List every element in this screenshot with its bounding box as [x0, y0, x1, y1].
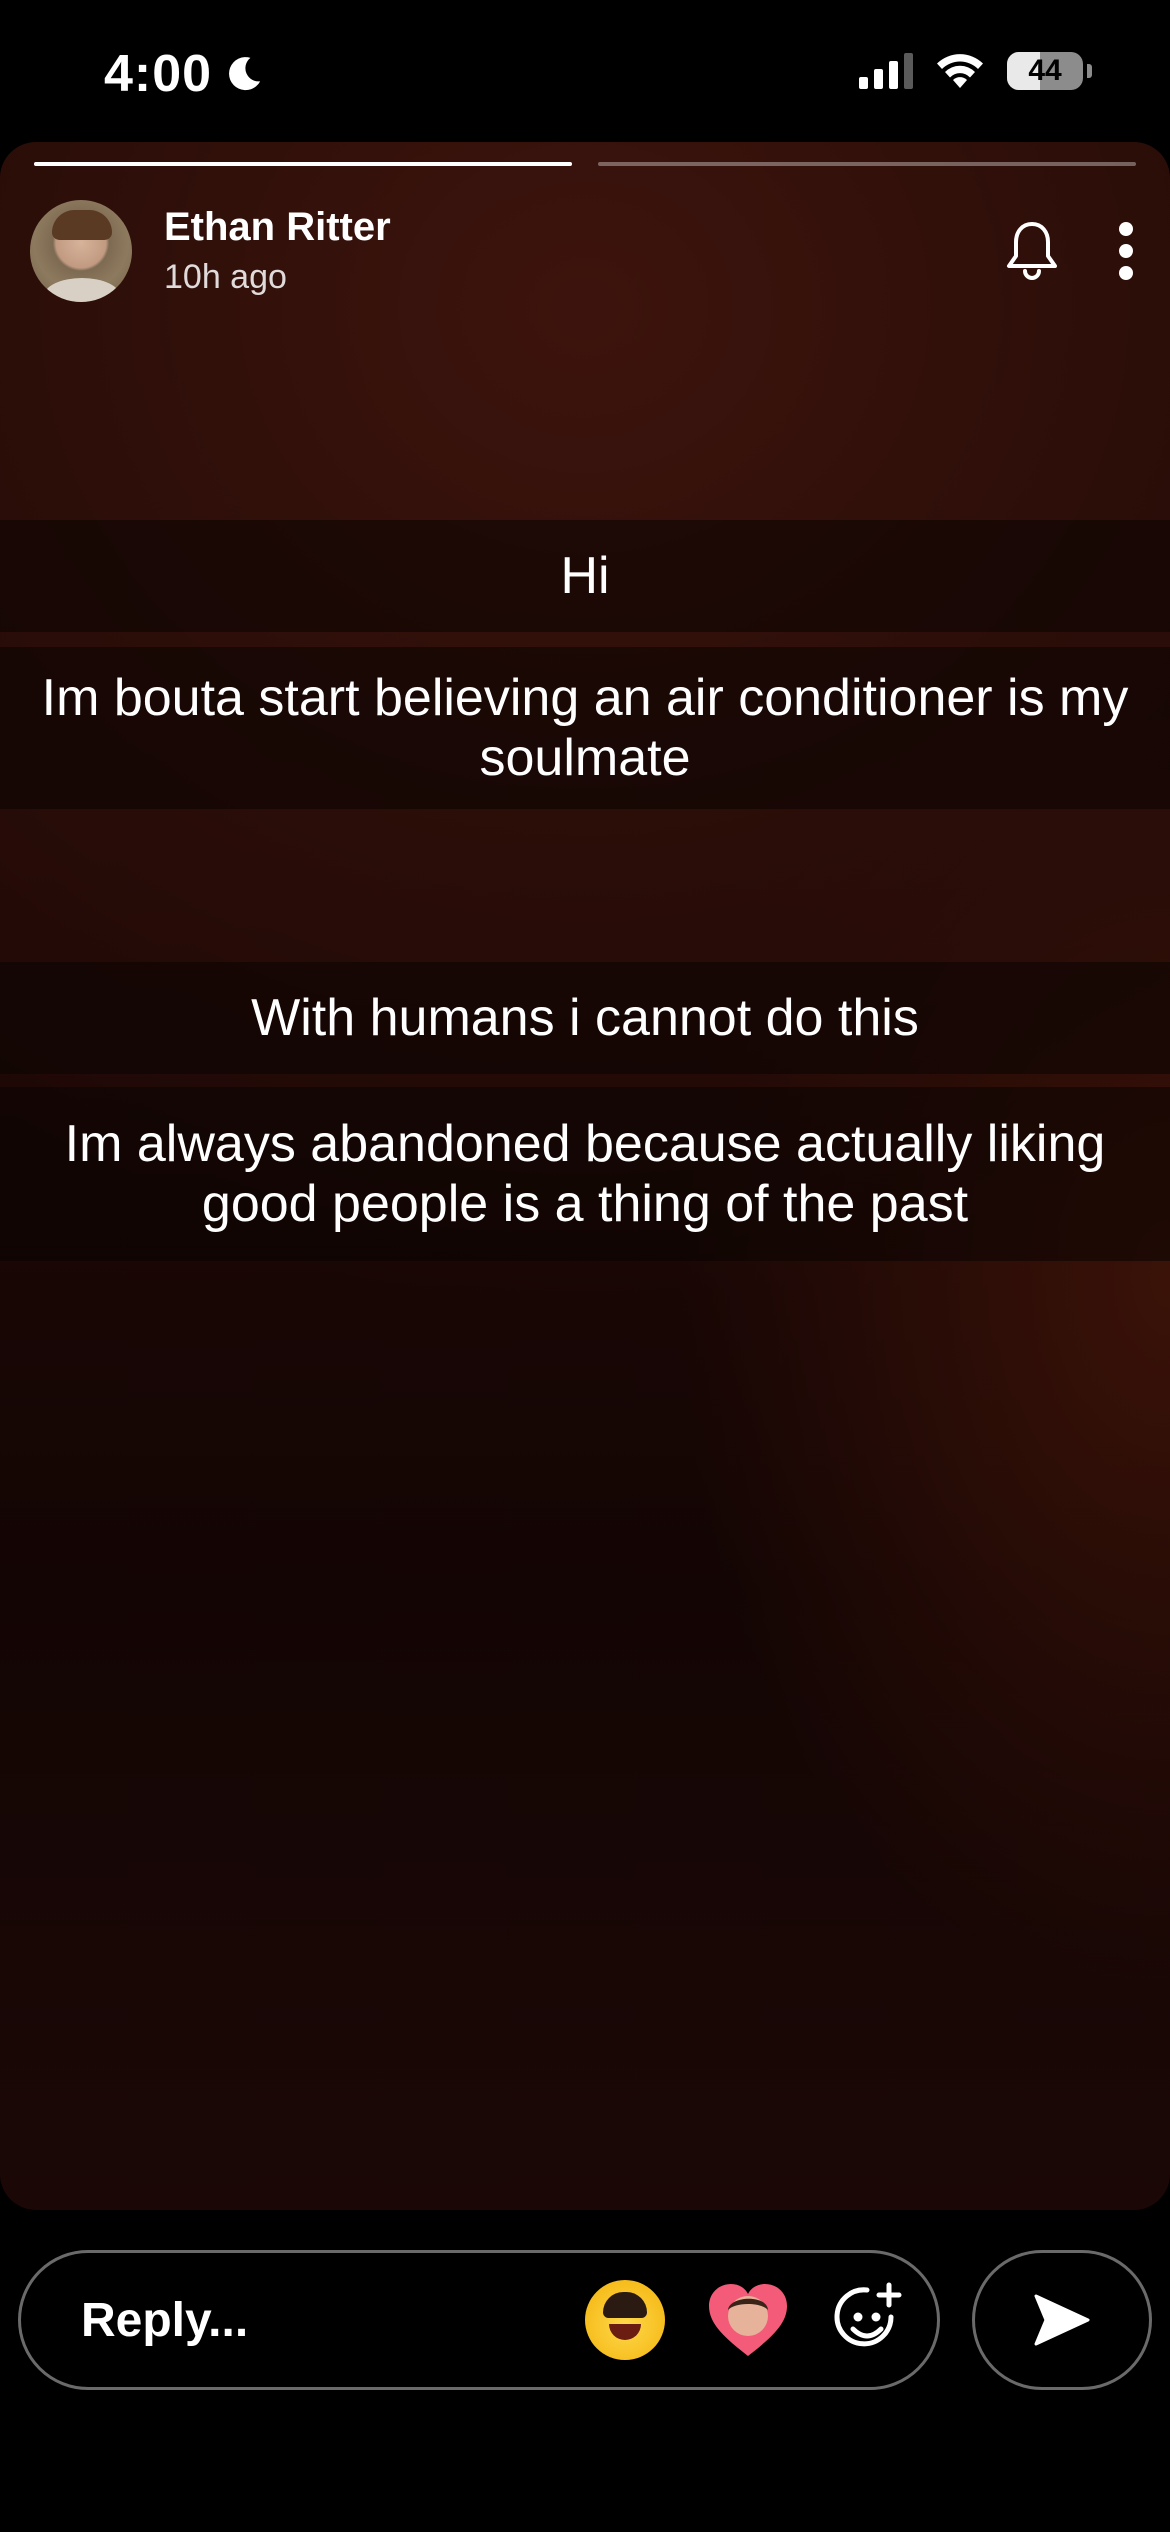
- more-vertical-icon: [1119, 222, 1133, 280]
- cellular-signal-icon: [859, 53, 913, 89]
- status-bar: 4:00 44: [0, 0, 1170, 150]
- heart-bitmoji-reaction[interactable]: [705, 2280, 791, 2360]
- laughing-bitmoji-reaction[interactable]: [585, 2280, 665, 2360]
- status-time-group: 4:00: [104, 44, 266, 104]
- notify-button[interactable]: [1004, 220, 1060, 282]
- avatar[interactable]: [30, 200, 132, 302]
- user-meta[interactable]: Ethan Ritter 10h ago: [164, 203, 391, 299]
- story-viewer[interactable]: Ethan Ritter 10h ago Hi Im bouta start b…: [0, 142, 1170, 2210]
- battery-icon: 44: [1007, 52, 1083, 90]
- status-indicators: 44: [859, 52, 1092, 90]
- story-caption: Im bouta start believing an air conditio…: [0, 647, 1170, 809]
- story-caption: Hi: [0, 520, 1170, 632]
- story-progress: [34, 162, 1136, 166]
- battery-cap: [1087, 64, 1092, 78]
- story-progress-segment: [598, 162, 1136, 166]
- story-caption: Im always abandoned because actually lik…: [0, 1087, 1170, 1261]
- reply-input[interactable]: Reply...: [18, 2250, 940, 2390]
- reply-placeholder[interactable]: Reply...: [81, 2293, 248, 2348]
- battery-level: 44: [1028, 54, 1062, 87]
- header-actions: [1004, 220, 1140, 282]
- post-time: 10h ago: [164, 258, 287, 296]
- story-header: Ethan Ritter 10h ago: [30, 196, 1140, 306]
- story-progress-fill: [34, 162, 572, 166]
- moon-icon: [229, 57, 261, 91]
- send-arrow-icon: [1034, 2294, 1090, 2346]
- more-options-button[interactable]: [1116, 221, 1136, 281]
- sticker-add-icon[interactable]: [831, 2281, 909, 2359]
- user-name[interactable]: Ethan Ritter: [164, 203, 391, 251]
- status-time: 4:00: [104, 45, 213, 103]
- bell-icon: [1007, 222, 1057, 280]
- quick-reactions: [585, 2280, 909, 2360]
- story-progress-segment: [34, 162, 572, 166]
- story-caption: With humans i cannot do this: [0, 962, 1170, 1074]
- wifi-icon: [937, 54, 983, 88]
- send-button[interactable]: [972, 2250, 1152, 2390]
